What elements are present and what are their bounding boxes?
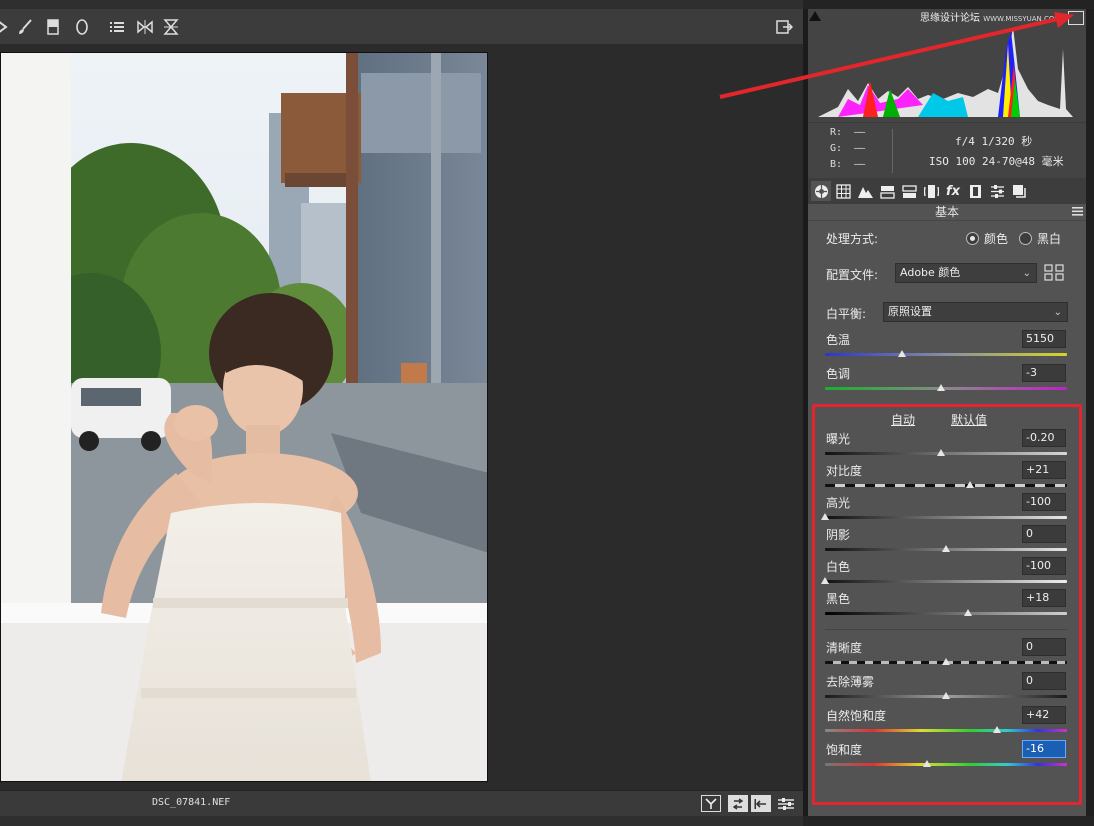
- hourglass-icon[interactable]: [160, 16, 182, 38]
- flip-icon[interactable]: [134, 16, 156, 38]
- split-toning-icon[interactable]: [899, 181, 919, 201]
- highlight-clipping-icon[interactable]: [1068, 11, 1084, 25]
- temperature-value-field[interactable]: 5150: [1022, 330, 1066, 348]
- chevron-down-icon: ⌄: [1053, 307, 1062, 318]
- profile-browser-icon[interactable]: [1044, 264, 1064, 281]
- lens-readout: ISO 100 24-70@48 毫米: [929, 155, 1064, 168]
- grid-icon[interactable]: [833, 181, 853, 201]
- b-readout: B: ——: [830, 159, 865, 170]
- histogram: 思缘设计论坛 WWW.MISSYUAN.COM: [808, 9, 1086, 122]
- split-icon[interactable]: [877, 181, 897, 201]
- treatment-label: 处理方式:: [826, 232, 879, 246]
- chevron-down-icon: ⌄: [1022, 268, 1031, 279]
- shadow-clipping-icon[interactable]: [808, 9, 822, 22]
- temperature-label: 色温: [826, 333, 851, 347]
- status-bar: DSC_07841.NEF: [0, 790, 803, 816]
- export-icon[interactable]: [773, 16, 795, 38]
- tint-slider-track[interactable]: [825, 387, 1067, 390]
- treatment-color-radio[interactable]: [966, 232, 979, 245]
- g-readout: G: ——: [830, 143, 865, 154]
- sliders-icon[interactable]: [987, 181, 1007, 201]
- before-after-icon[interactable]: [701, 795, 721, 812]
- copy-settings-icon[interactable]: [751, 795, 771, 812]
- profile-label: 配置文件:: [826, 268, 879, 282]
- temperature-slider-thumb[interactable]: [898, 350, 907, 357]
- exposure-readout: f/4 1/320 秒: [955, 135, 1033, 148]
- tint-value-field[interactable]: -3: [1022, 364, 1066, 382]
- fx-icon[interactable]: fx: [943, 181, 963, 201]
- temperature-slider-track[interactable]: [825, 353, 1067, 356]
- tool-bar: [0, 9, 803, 45]
- info-separator: [892, 129, 893, 173]
- list-icon[interactable]: [106, 16, 128, 38]
- tint-label: 色调: [826, 367, 851, 381]
- mountain-icon[interactable]: [855, 181, 875, 201]
- image-canvas[interactable]: [0, 45, 803, 790]
- wb-select-value: 原照设置: [888, 305, 932, 318]
- brush-icon[interactable]: [14, 16, 36, 38]
- wb-label: 白平衡:: [826, 307, 867, 321]
- watermark: 思缘设计论坛 WWW.MISSYUAN.COM: [920, 13, 1061, 24]
- radial-filter-icon[interactable]: [71, 16, 93, 38]
- tint-slider-thumb[interactable]: [937, 384, 946, 391]
- profile-select[interactable]: Adobe 颜色 ⌄: [895, 263, 1037, 283]
- straighten-icon[interactable]: [0, 16, 14, 38]
- section-title: 基本: [808, 204, 1086, 221]
- preview-settings-icon[interactable]: [776, 795, 796, 812]
- filename-label: DSC_07841.NEF: [152, 797, 231, 808]
- treatment-bw-label[interactable]: 黑白: [1037, 230, 1061, 247]
- graduated-filter-icon[interactable]: [42, 16, 64, 38]
- wb-select[interactable]: 原照设置 ⌄: [883, 302, 1068, 322]
- info-readout: R: —— G: —— B: —— f/4 1/320 秒 ISO 100 24-70…: [808, 122, 1086, 178]
- treatment-color-label[interactable]: 颜色: [984, 230, 1008, 247]
- presets-icon[interactable]: [1009, 181, 1029, 201]
- lens-icon[interactable]: [921, 181, 941, 201]
- photo-preview[interactable]: [0, 52, 488, 782]
- panel-tabs: fx: [808, 178, 1086, 204]
- aperture-icon[interactable]: [811, 181, 831, 201]
- profile-select-value: Adobe 颜色: [900, 266, 961, 279]
- swap-settings-icon[interactable]: [728, 795, 748, 812]
- filmstrip-icon[interactable]: [965, 181, 985, 201]
- r-readout: R: ——: [830, 127, 865, 138]
- annotation-highlight-box: [812, 404, 1082, 805]
- menu-icon[interactable]: [1072, 207, 1083, 216]
- treatment-bw-radio[interactable]: [1019, 232, 1032, 245]
